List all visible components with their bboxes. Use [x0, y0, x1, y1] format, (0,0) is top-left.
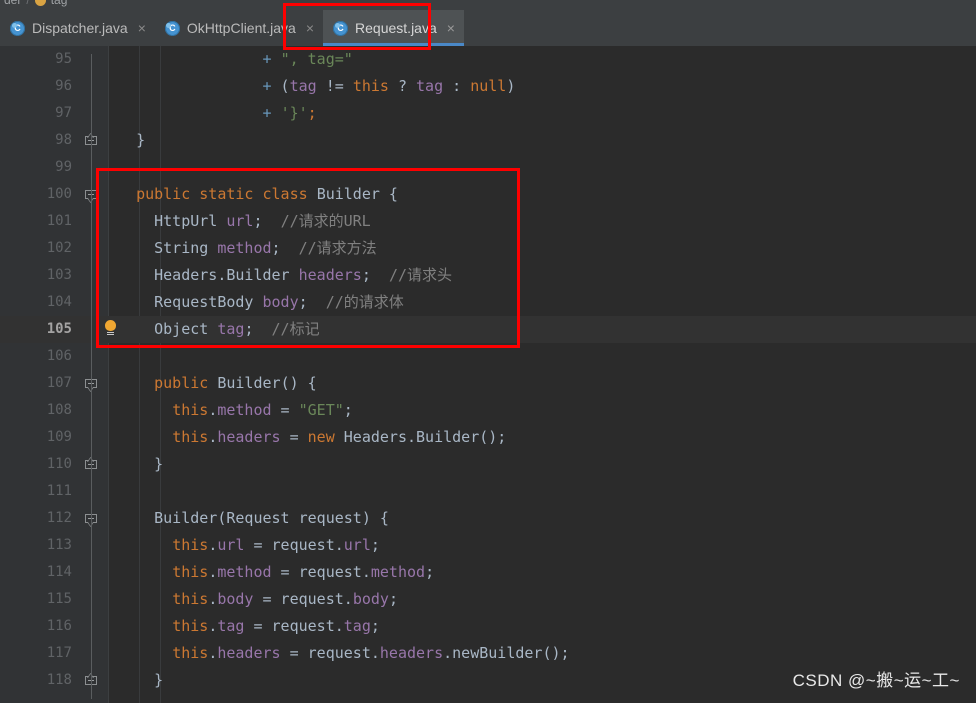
code-text[interactable]: }	[118, 667, 163, 694]
close-icon[interactable]: ×	[447, 21, 455, 35]
editor-tab-label: Request.java	[355, 20, 437, 36]
line-number[interactable]: 102	[0, 235, 72, 262]
code-line[interactable]: 110 }	[0, 451, 976, 478]
editor-tab-bar: C Dispatcher.java × C OkHttpClient.java × C Req…	[0, 10, 976, 47]
code-line[interactable]: 105 Object tag; //标记	[0, 316, 976, 343]
code-line[interactable]: 104 RequestBody body; //的请求体	[0, 289, 976, 316]
code-text[interactable]: this.method = request.method;	[118, 559, 434, 586]
code-line[interactable]: 99	[0, 154, 976, 181]
fold-connector-line	[91, 54, 92, 699]
breadcrumb[interactable]: der / tag	[0, 0, 976, 10]
editor-tab-okhttpclient-java[interactable]: C OkHttpClient.java ×	[155, 10, 323, 46]
code-text[interactable]: Builder(Request request) {	[118, 505, 389, 532]
code-line[interactable]: 114 this.method = request.method;	[0, 559, 976, 586]
ide-window: der / tag C Dispatcher.java × C OkHttpClient…	[0, 0, 976, 703]
code-text[interactable]: Object tag; //标记	[118, 316, 319, 343]
code-text[interactable]: String method; //请求方法	[118, 235, 377, 262]
line-number[interactable]: 112	[0, 505, 72, 532]
code-text[interactable]: this.tag = request.tag;	[118, 613, 380, 640]
line-number[interactable]: 104	[0, 289, 72, 316]
code-line[interactable]: 115 this.body = request.body;	[0, 586, 976, 613]
code-line[interactable]: 96 + (tag != this ? tag : null)	[0, 73, 976, 100]
java-class-icon: C	[164, 20, 180, 36]
code-line[interactable]: 100 public static class Builder {	[0, 181, 976, 208]
code-text[interactable]: this.headers = new Headers.Builder();	[118, 424, 506, 451]
line-number[interactable]: 105	[0, 316, 72, 343]
code-line[interactable]: 109 this.headers = new Headers.Builder()…	[0, 424, 976, 451]
editor-tab-dispatcher-java[interactable]: C Dispatcher.java ×	[0, 10, 155, 46]
code-text[interactable]: + '}';	[118, 100, 317, 127]
code-text[interactable]: }	[118, 127, 145, 154]
code-line[interactable]: 98 }	[0, 127, 976, 154]
line-number[interactable]: 99	[0, 154, 72, 181]
line-number[interactable]: 117	[0, 640, 72, 667]
close-icon[interactable]: ×	[306, 21, 314, 35]
code-text[interactable]: + (tag != this ? tag : null)	[118, 73, 516, 100]
code-text[interactable]: public static class Builder {	[118, 181, 398, 208]
line-number[interactable]: 97	[0, 100, 72, 127]
line-number[interactable]: 98	[0, 127, 72, 154]
code-text[interactable]: + ", tag="	[118, 46, 353, 73]
breadcrumb-separator: /	[26, 0, 30, 7]
code-line[interactable]: 102 String method; //请求方法	[0, 235, 976, 262]
code-text[interactable]: RequestBody body; //的请求体	[118, 289, 404, 316]
editor-tab-label: OkHttpClient.java	[186, 20, 296, 36]
code-line[interactable]: 97 + '}';	[0, 100, 976, 127]
editor-tab-request-java[interactable]: C Request.java ×	[323, 10, 464, 46]
line-number[interactable]: 107	[0, 370, 72, 397]
code-text[interactable]: this.method = "GET";	[118, 397, 353, 424]
line-number[interactable]: 106	[0, 343, 72, 370]
field-dot-icon	[34, 0, 46, 6]
line-number[interactable]: 118	[0, 667, 72, 694]
code-text[interactable]: Headers.Builder headers; //请求头	[118, 262, 452, 289]
code-line[interactable]: 107 public Builder() {	[0, 370, 976, 397]
breadcrumb-field-segment[interactable]: tag	[51, 0, 68, 7]
code-line[interactable]: 106	[0, 343, 976, 370]
line-number[interactable]: 95	[0, 46, 72, 73]
line-number[interactable]: 109	[0, 424, 72, 451]
line-number[interactable]: 101	[0, 208, 72, 235]
line-number[interactable]: 114	[0, 559, 72, 586]
code-text[interactable]: this.url = request.url;	[118, 532, 380, 559]
code-editor[interactable]: 95 + ", tag=" 96 + (tag != this ? tag : n…	[0, 46, 976, 703]
java-class-icon: C	[10, 20, 25, 36]
line-number[interactable]: 96	[0, 73, 72, 100]
code-line[interactable]: 101 HttpUrl url; //请求的URL	[0, 208, 976, 235]
code-lines[interactable]: 95 + ", tag=" 96 + (tag != this ? tag : n…	[0, 46, 976, 694]
code-line[interactable]: 116 this.tag = request.tag;	[0, 613, 976, 640]
intention-bulb-icon[interactable]	[103, 320, 119, 338]
java-class-icon: C	[333, 20, 349, 36]
line-number[interactable]: 116	[0, 613, 72, 640]
line-number[interactable]: 110	[0, 451, 72, 478]
code-text[interactable]: this.headers = request.headers.newBuilde…	[118, 640, 569, 667]
code-line[interactable]: 108 this.method = "GET";	[0, 397, 976, 424]
editor-tab-label: Dispatcher.java	[32, 20, 128, 36]
watermark: CSDN @~搬~运~工~	[792, 671, 960, 690]
line-number[interactable]: 111	[0, 478, 72, 505]
line-number[interactable]: 115	[0, 586, 72, 613]
line-number[interactable]: 108	[0, 397, 72, 424]
line-number[interactable]: 100	[0, 181, 72, 208]
close-icon[interactable]: ×	[138, 21, 146, 35]
breadcrumb-class-segment[interactable]: der	[4, 0, 21, 7]
code-line[interactable]: 117 this.headers = request.headers.newBu…	[0, 640, 976, 667]
code-text[interactable]: this.body = request.body;	[118, 586, 398, 613]
code-text[interactable]: }	[118, 451, 163, 478]
code-line[interactable]: 103 Headers.Builder headers; //请求头	[0, 262, 976, 289]
code-line[interactable]: 113 this.url = request.url;	[0, 532, 976, 559]
code-line[interactable]: 111	[0, 478, 976, 505]
code-line[interactable]: 95 + ", tag="	[0, 46, 976, 73]
line-number[interactable]: 103	[0, 262, 72, 289]
code-text[interactable]: public Builder() {	[118, 370, 317, 397]
code-text[interactable]: HttpUrl url; //请求的URL	[118, 208, 371, 235]
line-number[interactable]: 113	[0, 532, 72, 559]
code-line[interactable]: 112 Builder(Request request) {	[0, 505, 976, 532]
